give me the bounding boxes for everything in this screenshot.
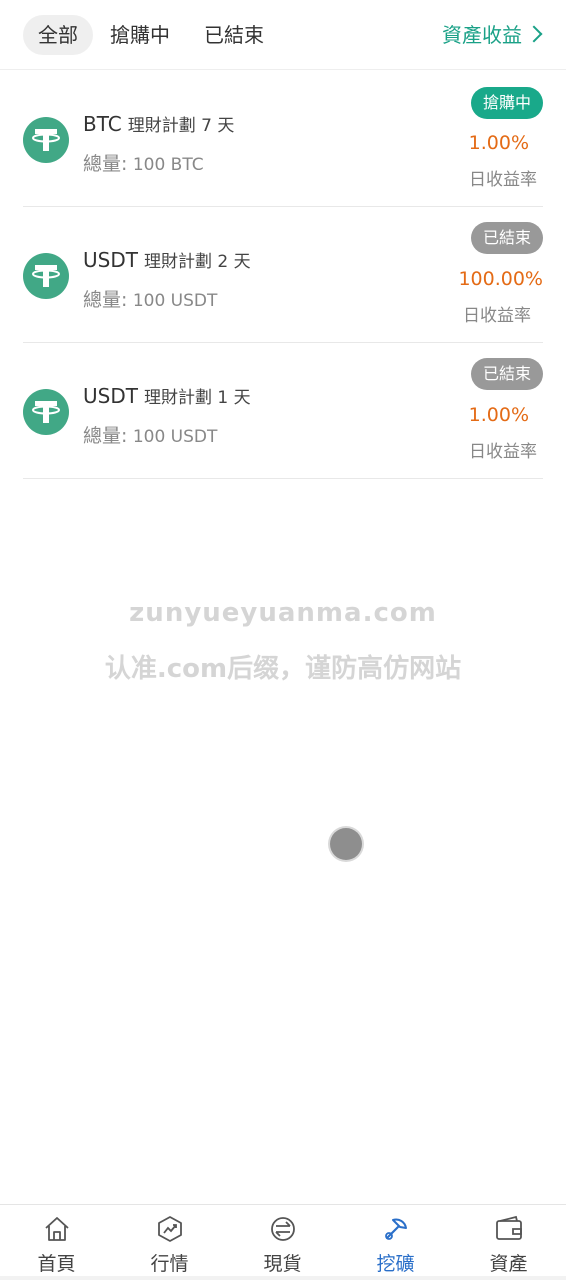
- nav-spot[interactable]: 現貨: [226, 1205, 339, 1281]
- home-icon: [45, 1217, 69, 1241]
- coin-name: USDT: [83, 384, 138, 408]
- item-title: USDT 理財計劃 1 天: [83, 383, 251, 409]
- tab-buying[interactable]: 搶購中: [103, 15, 177, 55]
- total-value: 100 USDT: [132, 427, 218, 447]
- home-indicator-bar: [0, 1276, 566, 1280]
- coin-name: BTC: [83, 112, 122, 136]
- daily-rate-value: 100.00%: [458, 268, 543, 290]
- bottom-nav: 首頁 行情 現貨 挖礦 資產: [0, 1204, 566, 1280]
- total-value: 100 BTC: [132, 155, 204, 175]
- status-badge: 已結束: [470, 358, 543, 390]
- product-list-item[interactable]: BTC 理財計劃 7 天 總量: 100 BTC 搶購中 1.00% 日收益率: [23, 71, 543, 207]
- tether-icon: [23, 389, 69, 435]
- daily-rate-label: 日收益率: [469, 442, 537, 462]
- daily-rate-value: 1.00%: [468, 132, 529, 154]
- nav-assets[interactable]: 資產: [452, 1205, 565, 1281]
- filter-tab-bar: 全部 搶購中 已結束 資產收益: [0, 0, 566, 70]
- item-title: USDT 理財計劃 2 天: [83, 247, 251, 273]
- plan-name: 理財計劃 2 天: [143, 252, 251, 272]
- nav-mining[interactable]: 挖礦: [339, 1205, 452, 1281]
- total-value: 100 USDT: [132, 291, 218, 311]
- nav-market-label: 行情: [150, 1253, 189, 1275]
- nav-mining-label: 挖礦: [376, 1253, 415, 1275]
- total-label: 總量:: [83, 289, 128, 311]
- asset-earnings-link[interactable]: 資產收益: [442, 15, 543, 55]
- daily-rate-label: 日收益率: [469, 170, 537, 190]
- item-title: BTC 理財計劃 7 天: [83, 111, 234, 137]
- status-badge: 已結束: [470, 222, 543, 254]
- tether-icon: [23, 117, 69, 163]
- watermark-notice: 认准.com后缀，谨防高仿网站: [104, 654, 462, 684]
- tab-all[interactable]: 全部: [23, 15, 93, 55]
- nav-market[interactable]: 行情: [113, 1205, 226, 1281]
- tether-icon: [23, 253, 69, 299]
- total-amount: 總量: 100 BTC: [83, 151, 204, 177]
- total-label: 總量:: [83, 153, 128, 175]
- nav-home[interactable]: 首頁: [0, 1205, 113, 1281]
- status-badge: 搶購中: [470, 87, 543, 119]
- loading-spinner: [330, 828, 362, 860]
- nav-spot-label: 現貨: [263, 1253, 302, 1275]
- plan-name: 理財計劃 1 天: [143, 388, 251, 408]
- tab-ended[interactable]: 已結束: [197, 15, 271, 55]
- total-amount: 總量: 100 USDT: [83, 287, 217, 313]
- watermark-domain: zunyueyuanma.com: [129, 598, 437, 628]
- coin-name: USDT: [83, 248, 138, 272]
- nav-home-label: 首頁: [37, 1253, 76, 1275]
- total-amount: 總量: 100 USDT: [83, 423, 217, 449]
- trend-chart-icon: [158, 1216, 182, 1242]
- wallet-icon: [496, 1215, 522, 1240]
- chevron-right-icon: [525, 25, 543, 43]
- pickaxe-icon: [385, 1218, 407, 1240]
- daily-rate-label: 日收益率: [463, 306, 531, 326]
- nav-assets-label: 資產: [489, 1253, 528, 1275]
- total-label: 總量:: [83, 425, 128, 447]
- daily-rate-value: 1.00%: [468, 404, 529, 426]
- asset-earnings-label: 資產收益: [442, 23, 522, 47]
- product-list-item[interactable]: USDT 理財計劃 2 天 總量: 100 USDT 已結束 100.00% 日收…: [23, 207, 543, 343]
- exchange-icon: [271, 1217, 295, 1241]
- plan-name: 理財計劃 7 天: [127, 116, 235, 136]
- product-list-item[interactable]: USDT 理財計劃 1 天 總量: 100 USDT 已結束 1.00% 日收益率: [23, 343, 543, 479]
